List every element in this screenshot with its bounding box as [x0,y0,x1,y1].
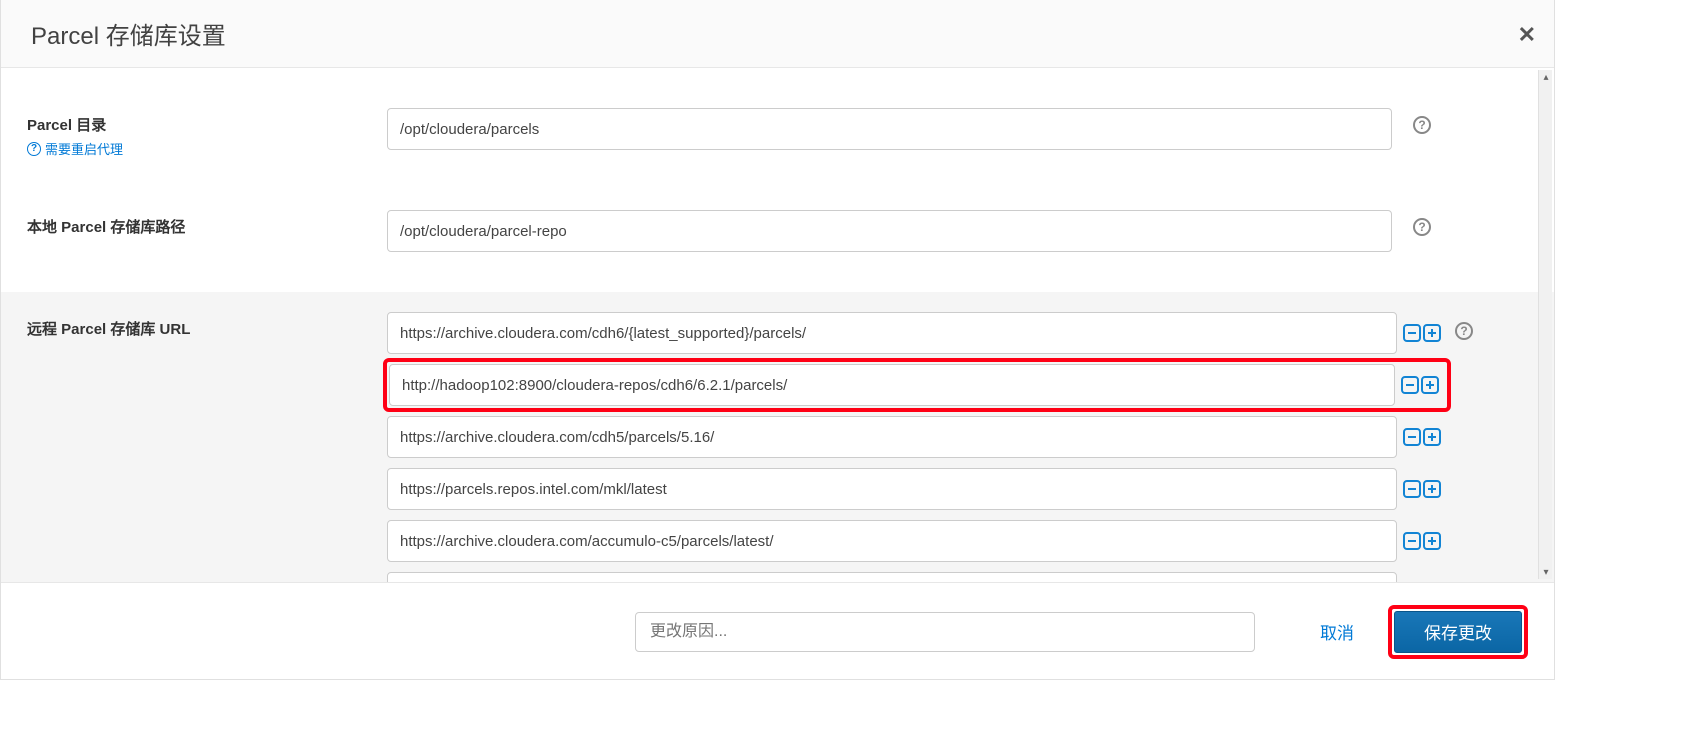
help-icon: ? [27,142,41,156]
remote-url-input[interactable] [387,520,1397,562]
remote-url-input[interactable] [387,312,1397,354]
local-repo-input[interactable] [387,210,1392,252]
help-icon[interactable]: ? [1413,116,1431,134]
label-col: Parcel 目录 ? 需要重启代理 [27,108,387,158]
remote-url-row [387,362,1447,408]
add-icon[interactable] [1423,532,1441,550]
remote-url-row [387,520,1447,562]
remove-icon[interactable] [1403,324,1421,342]
scroll-down-icon[interactable]: ▾ [1539,565,1553,579]
parcel-repo-settings-modal: Parcel 存储库设置 ✕ Parcel 目录 ? 需要重启代理 ? 本地 P… [0,0,1555,680]
field-row-parcel-dir: Parcel 目录 ? 需要重启代理 ? [1,96,1554,170]
remote-url-row [387,312,1447,354]
input-col [387,210,1392,252]
parcel-dir-input[interactable] [387,108,1392,150]
save-button[interactable]: 保存更改 [1394,611,1522,653]
help-col: ? [1447,312,1481,340]
help-icon[interactable]: ? [1413,218,1431,236]
cancel-button[interactable]: 取消 [1320,619,1354,644]
field-row-remote-urls: 远程 Parcel 存储库 URL ? [1,292,1554,582]
remote-urls-list [387,312,1447,582]
add-icon[interactable] [1423,480,1441,498]
change-reason-input[interactable] [635,612,1255,652]
row-buttons [1403,480,1447,498]
add-icon[interactable] [1423,324,1441,342]
restart-agent-link[interactable]: ? 需要重启代理 [27,139,123,158]
help-col: ? [1392,210,1452,236]
remote-url-input[interactable] [387,416,1397,458]
save-button-highlight: 保存更改 [1392,609,1524,655]
modal-body[interactable]: Parcel 目录 ? 需要重启代理 ? 本地 Parcel 存储库路径 ? [1,68,1554,582]
parcel-dir-label: Parcel 目录 [27,114,387,135]
remote-urls-label: 远程 Parcel 存储库 URL [27,318,387,339]
remote-url-row [387,572,1447,582]
label-col: 远程 Parcel 存储库 URL [27,312,387,339]
remove-icon[interactable] [1403,532,1421,550]
help-icon[interactable]: ? [1455,322,1473,340]
modal-header: Parcel 存储库设置 ✕ [1,0,1554,68]
remote-url-input[interactable] [387,572,1397,582]
remote-url-row [387,416,1447,458]
remote-url-input[interactable] [389,364,1395,406]
row-buttons [1403,324,1447,342]
add-icon[interactable] [1423,428,1441,446]
remove-icon[interactable] [1403,428,1421,446]
row-buttons [1403,532,1447,550]
restart-agent-link-text: 需要重启代理 [45,139,123,158]
remote-url-input[interactable] [387,468,1397,510]
remove-icon[interactable] [1401,376,1419,394]
field-row-local-repo: 本地 Parcel 存储库路径 ? [1,198,1554,264]
input-col [387,108,1392,150]
remote-url-row [387,468,1447,510]
row-buttons [1401,376,1445,394]
remove-icon[interactable] [1403,480,1421,498]
local-repo-label: 本地 Parcel 存储库路径 [27,216,387,237]
scrollbar[interactable]: ▴ ▾ [1538,70,1552,579]
scroll-up-icon[interactable]: ▴ [1539,70,1553,84]
row-buttons [1403,428,1447,446]
close-icon[interactable]: ✕ [1518,22,1536,48]
modal-title: Parcel 存储库设置 [31,16,226,51]
modal-footer: 取消 保存更改 [1,582,1554,680]
help-col: ? [1392,108,1452,134]
add-icon[interactable] [1421,376,1439,394]
label-col: 本地 Parcel 存储库路径 [27,210,387,237]
